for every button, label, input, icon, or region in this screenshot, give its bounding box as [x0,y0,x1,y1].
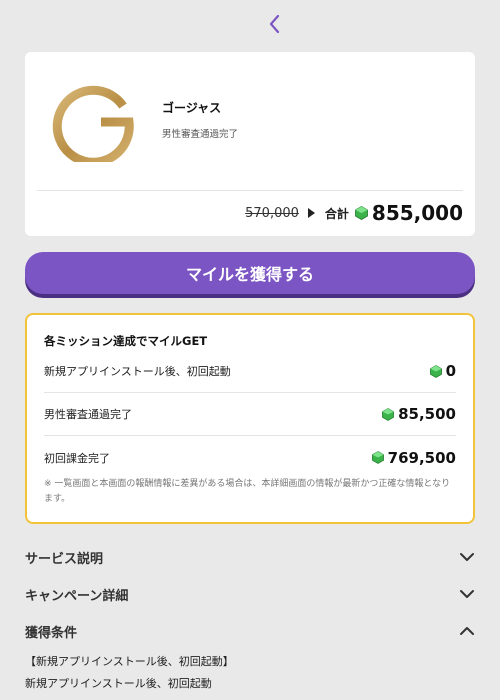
mission-reward-value: 769,500 [387,448,456,467]
section-earning-conditions[interactable]: 獲得条件 [25,618,475,644]
mission-reward: 0 [429,362,456,380]
green-gem-icon [429,364,442,378]
mission-row: 新規アプリインストール後、初回起動 0 [44,350,456,393]
green-gem-icon [371,451,384,464]
mission-note: ※ 一覧画面と本画面の報酬情報に差異がある場合は、本詳細画面の情報が最新かつ正確… [44,479,451,504]
price-row: 570,000 合計 855,000 [245,198,463,228]
app-card: ゴージャス 男性審査通過完了 570,000 合計 855,000 [25,52,475,236]
green-gem-icon [355,206,368,220]
arrow-right-icon [307,208,315,218]
mission-reward: 769,500 [371,448,456,467]
mission-label: 男性審査通過完了 [44,408,132,421]
mission-row: 初回課金完了 769,500 [44,436,456,479]
app-logo [52,85,134,162]
mission-title: 各ミッション達成でマイルGET [44,334,208,348]
chevron-left-icon [269,14,280,34]
section-service-description[interactable]: サービス説明 [25,544,475,570]
section-title: 獲得条件 [25,625,78,641]
mission-reward-value: 0 [445,362,456,380]
chevron-down-icon [460,553,474,561]
back-button[interactable] [262,10,288,38]
app-status: 男性審査通過完了 [162,129,239,140]
section-campaign-details[interactable]: キャンペーン詳細 [25,581,475,607]
chevron-up-icon [460,627,474,635]
section-title: キャンペーン詳細 [25,588,129,604]
earn-miles-button[interactable]: マイルを獲得する [25,252,475,294]
mission-reward-value: 85,500 [398,405,456,423]
total-label: 合計 [324,206,349,221]
original-price: 570,000 [245,205,299,221]
green-gem-icon [382,407,395,421]
mission-label: 初回課金完了 [44,451,110,465]
chevron-down-icon [460,590,474,598]
divider [37,190,463,191]
section-title: サービス説明 [25,551,104,567]
mission-box: 各ミッション達成でマイルGET 新規アプリインストール後、初回起動 0 男性審査… [25,313,475,524]
condition-text: 新規アプリインストール後、初回起動 [25,677,212,690]
mission-row: 男性審査通過完了 85,500 [44,393,456,436]
total-price: 855,000 [371,201,463,225]
app-name: ゴージャス [162,101,222,115]
mission-reward: 85,500 [382,405,456,423]
condition-heading: 【新規アプリインストール後、初回起動】 [25,655,234,668]
mission-label: 新規アプリインストール後、初回起動 [44,365,231,378]
